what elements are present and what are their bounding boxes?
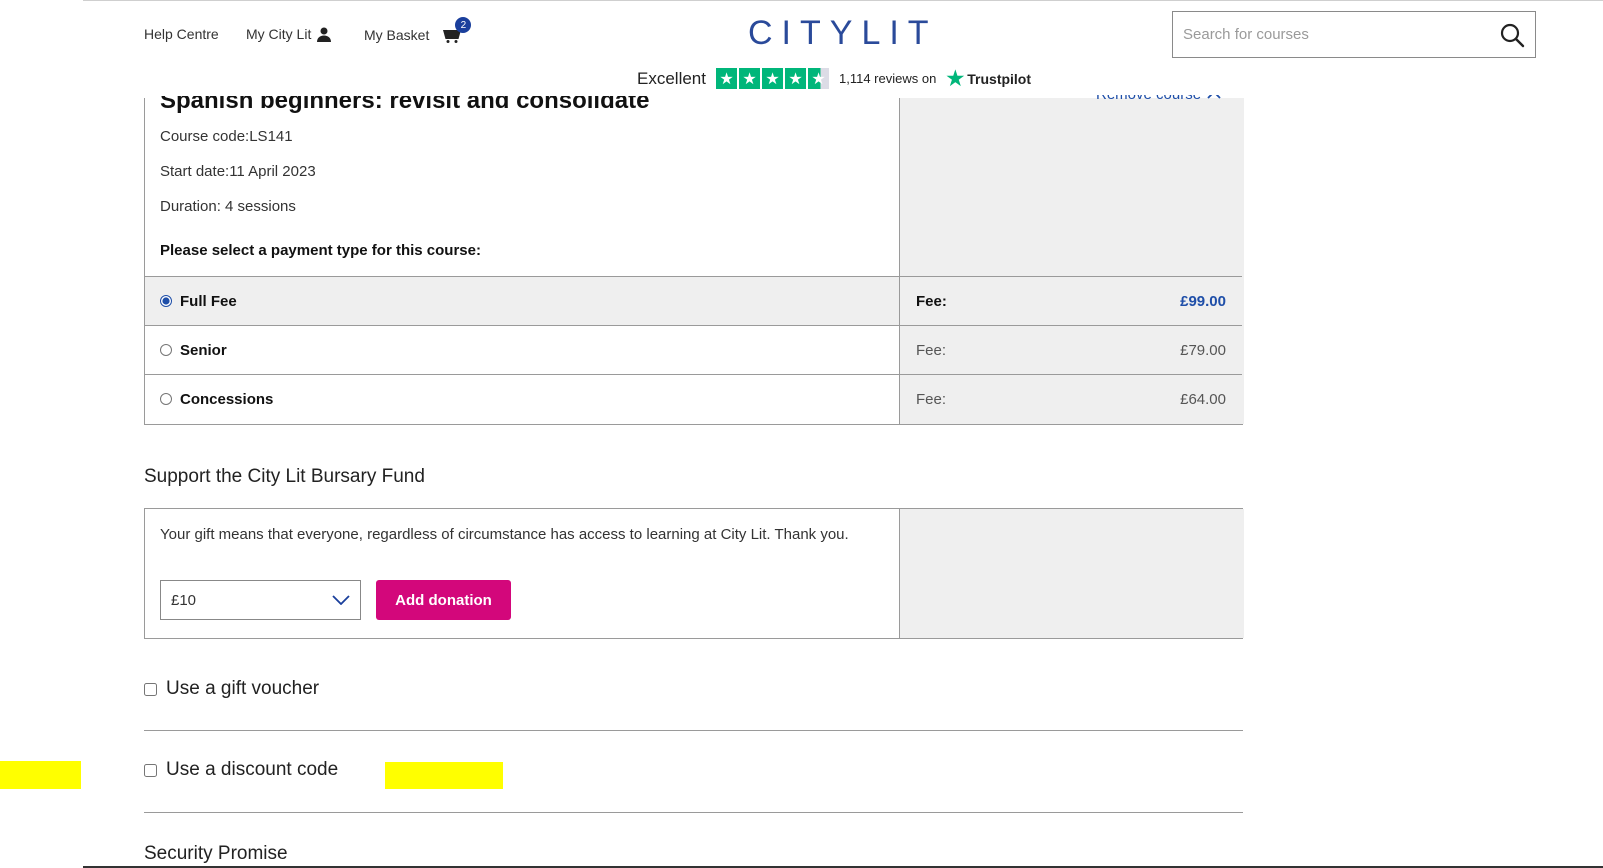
basket-count-badge: 2 [455,17,472,33]
chevron-down-icon [332,595,350,605]
bursary-card: Your gift means that everyone, regardles… [144,508,1244,639]
trustpilot-logo: ★ Trustpilot [946,68,1032,90]
highlight-mark [0,761,81,789]
payment-option-label[interactable]: Concessions [145,375,899,423]
citylit-logo[interactable]: CITYLIT [748,14,938,53]
payment-type-prompt: Please select a payment type for this co… [160,242,481,259]
trustpilot-stars: ★ ★ ★ ★ ★ [715,68,829,89]
search-bar [1172,11,1536,58]
payment-option-full-fee[interactable]: Full Fee Fee: £99.00 [145,276,1242,325]
divider [144,812,1243,813]
fee-cell: Fee: £79.00 [899,326,1242,374]
payment-option-label[interactable]: Senior [145,326,899,374]
search-input[interactable] [1173,12,1493,57]
course-title: Spanish beginners: revisit and consolida… [160,87,650,114]
payment-option-concessions[interactable]: Concessions Fee: £64.00 [145,374,1242,423]
gift-voucher-checkbox[interactable] [144,682,157,696]
fee-cell: Fee: £99.00 [899,277,1242,325]
star-icon: ★ [761,68,783,89]
star-icon: ★ [738,68,760,89]
basket-icon: 2 [443,17,472,43]
fee-amount: £79.00 [1180,341,1226,359]
course-code: Course code:LS141 [160,128,293,145]
remove-course-link[interactable]: Remove course [1096,95,1221,103]
fee-cell: Fee: £64.00 [899,375,1242,423]
payment-option-label[interactable]: Full Fee [145,277,899,325]
search-icon[interactable] [1499,22,1525,48]
chevron-up-icon [1207,95,1221,99]
bursary-text: Your gift means that everyone, regardles… [160,526,849,543]
concessions-radio[interactable] [160,393,172,405]
course-card: Full Fee Fee: £99.00 Senior Fee: £79.00 … [144,98,1244,425]
gift-voucher-option[interactable]: Use a gift voucher [144,678,319,700]
my-basket-link[interactable]: My Basket 2 [364,17,472,43]
bursary-side-panel [899,509,1244,638]
bursary-heading: Support the City Lit Bursary Fund [144,466,425,487]
trustpilot-reviews: 1,114 reviews on [838,71,937,86]
senior-radio[interactable] [160,344,172,356]
payment-option-senior[interactable]: Senior Fee: £79.00 [145,325,1242,374]
highlight-mark [385,762,503,789]
top-border [83,0,1603,1]
discount-code-checkbox[interactable] [144,763,157,777]
trustpilot-widget[interactable]: Excellent ★ ★ ★ ★ ★ 1,114 reviews on ★ T… [637,66,1031,91]
trustpilot-rating-word: Excellent [637,68,706,88]
course-start-date: Start date:11 April 2023 [160,163,316,180]
user-icon [317,27,332,42]
security-promise-heading: Security Promise [144,843,288,864]
fee-amount: £99.00 [1180,292,1226,310]
divider [144,730,1243,731]
course-duration: Duration: 4 sessions [160,198,296,215]
star-icon: ★ [784,68,806,89]
fee-amount: £64.00 [1180,390,1226,408]
trustpilot-star-icon: ★ [946,68,965,90]
star-half-icon: ★ [807,68,829,89]
full-fee-radio[interactable] [160,295,172,307]
discount-code-option[interactable]: Use a discount code [144,759,338,781]
help-centre-link[interactable]: Help Centre [144,26,219,42]
my-city-lit-link[interactable]: My City Lit [246,26,332,42]
add-donation-button[interactable]: Add donation [376,580,511,620]
donation-amount-select[interactable]: £10 [160,580,361,620]
star-icon: ★ [715,68,737,89]
